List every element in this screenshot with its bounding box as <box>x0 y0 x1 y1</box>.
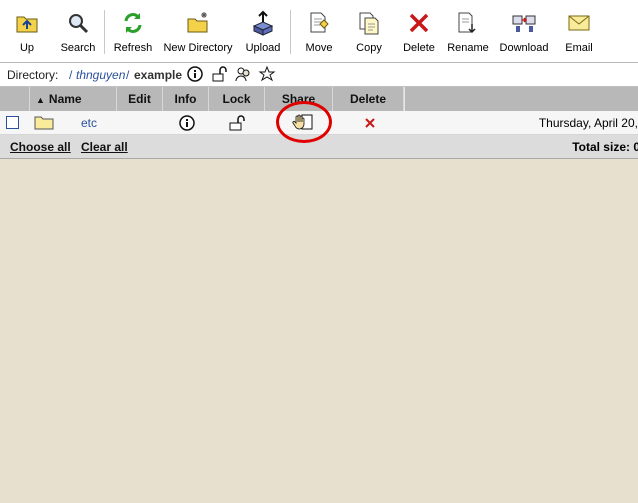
delete-button[interactable]: Delete <box>400 0 438 62</box>
email-label: Email <box>565 42 593 54</box>
header-date <box>404 87 638 111</box>
row-delete-x-icon[interactable] <box>364 117 376 129</box>
row-checkbox[interactable] <box>6 116 19 129</box>
upload-icon <box>252 10 274 36</box>
new-directory-button[interactable]: New Directory <box>161 0 235 62</box>
search-button[interactable]: Search <box>58 0 98 62</box>
copy-icon <box>359 12 379 35</box>
choose-all-link[interactable]: Choose all <box>10 140 71 154</box>
table-footer: Choose all Clear all Total size: 0 <box>0 135 638 159</box>
move-label: Move <box>305 42 333 54</box>
directory-label: Directory: <box>7 68 59 82</box>
search-label: Search <box>60 42 96 54</box>
search-icon <box>69 14 89 34</box>
table-row: etc Thursday, April 20, <box>0 111 638 135</box>
move-icon <box>310 12 329 33</box>
row-info-icon[interactable] <box>178 114 196 132</box>
path-root-link[interactable]: / <box>69 68 72 82</box>
path-current: example <box>134 68 183 82</box>
info-icon[interactable] <box>186 65 204 83</box>
row-date: Thursday, April 20, <box>538 116 638 130</box>
new-folder-icon <box>187 12 208 33</box>
copy-button[interactable]: Copy <box>352 0 386 62</box>
header-lock: Lock <box>209 87 265 111</box>
refresh-icon <box>124 13 142 33</box>
header-checkbox-col <box>0 87 30 111</box>
delete-label: Delete <box>403 42 435 54</box>
users-share-icon[interactable] <box>234 65 252 83</box>
download-label: Download <box>499 42 549 54</box>
lock-open-icon[interactable] <box>211 65 229 83</box>
table-header: ▲ Name Edit Info Lock Share Delete <box>0 87 638 112</box>
download-button[interactable]: Download <box>498 0 550 62</box>
total-size: Total size: 0 <box>572 140 638 154</box>
download-icon <box>512 15 536 32</box>
email-envelope-icon <box>568 15 590 31</box>
path-user-link[interactable]: thnguyen <box>76 68 125 82</box>
header-delete: Delete <box>333 87 404 111</box>
upload-button[interactable]: Upload <box>243 0 283 62</box>
path-separator: / <box>126 68 130 82</box>
upload-label: Upload <box>245 42 281 54</box>
row-lock-open-icon[interactable] <box>228 114 248 132</box>
new-directory-label: New Directory <box>163 42 233 54</box>
email-button[interactable]: Email <box>562 0 596 62</box>
toolbar-separator <box>104 10 105 54</box>
delete-x-icon <box>409 13 429 33</box>
header-name[interactable]: ▲ Name <box>30 87 117 111</box>
directory-bar: Directory: / thnguyen / example <box>0 63 638 87</box>
copy-label: Copy <box>356 42 382 54</box>
toolbar-separator <box>290 10 291 54</box>
rename-icon <box>458 12 476 34</box>
header-share: Share <box>265 87 333 111</box>
header-edit: Edit <box>117 87 163 111</box>
toolbar: Up Search Refresh New Directory Upload M… <box>0 0 638 63</box>
clear-all-link[interactable]: Clear all <box>81 140 128 154</box>
up-folder-icon <box>16 16 38 33</box>
bookmark-star-icon[interactable] <box>258 65 276 83</box>
sort-asc-icon: ▲ <box>36 95 45 105</box>
rename-button[interactable]: Rename <box>446 0 490 62</box>
up-label: Up <box>19 42 35 54</box>
refresh-label: Refresh <box>113 42 153 54</box>
row-name-link[interactable]: etc <box>81 116 97 130</box>
up-button[interactable]: Up <box>12 0 42 62</box>
move-button[interactable]: Move <box>302 0 336 62</box>
folder-icon <box>34 116 54 130</box>
rename-label: Rename <box>447 42 489 54</box>
refresh-button[interactable]: Refresh <box>110 0 156 62</box>
row-share-hand-icon[interactable] <box>292 112 314 132</box>
header-info: Info <box>163 87 209 111</box>
